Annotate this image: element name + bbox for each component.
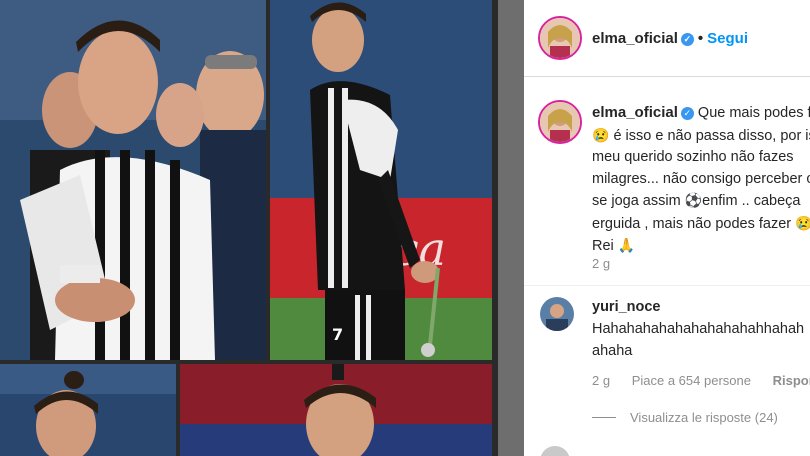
post-caption: elma_oficial✓ Que mais podes faz 😢 é iss… [524,96,810,276]
caption-username[interactable]: elma_oficial [592,104,678,121]
svg-text:7: 7 [332,325,343,344]
caption-timestamp[interactable]: 2 g [592,256,610,271]
comment-text-line: Hahahahahahahahahahahhahah [592,321,805,337]
praying-hands-icon: 🙏 [617,237,636,253]
comment-item: yuri_noce Hahahahahahahahahahahhahah aha… [524,295,810,395]
photo-player-bun [0,364,176,456]
verified-badge-icon: ✓ [680,107,694,120]
caption-text-line: erguida , mais não podes fazer [592,215,792,232]
caption-text-line: é isso e não passa disso, por isso [613,127,810,144]
divider [524,285,810,286]
post-media[interactable]: Coca 7 [0,0,498,456]
header-username[interactable]: elma_oficial [592,30,678,47]
verified-badge-icon: ✓ [680,33,694,46]
comment-timestamp[interactable]: 2 g [592,373,610,388]
separator-dot: • [697,30,704,47]
crying-face-icon: 😢 [795,214,810,231]
post-header: elma_oficial ✓ • Segui [524,0,810,77]
photo-players-team [0,0,266,360]
crying-face-icon: 😢 [592,126,610,143]
avatar[interactable] [538,16,582,60]
comment-avatar[interactable] [540,297,574,331]
comment-text-line: ahaha [592,343,633,359]
caption-avatar[interactable] [538,100,582,144]
caption-text-line: Que mais podes faz [697,105,810,121]
caption-text-line: Rei [592,238,614,254]
view-replies-label: Visualizza le risposte (24) [630,410,778,425]
caption-text-line: se joga assim [592,193,681,209]
replies-line [592,417,616,418]
caption-text-line: milagres... não consigo perceber co [592,170,810,187]
reply-button[interactable]: Rispondi [773,373,810,388]
photo-player-bench [180,364,492,456]
view-replies-button[interactable]: Visualizza le risposte (24) [592,410,778,425]
comment-likes[interactable]: Piace a 654 persone [632,373,751,388]
follow-button[interactable]: Segui [707,30,748,47]
comment-username[interactable]: yuri_noce [592,299,661,315]
soccer-ball-icon: ⚽ [684,192,703,208]
caption-text-line: meu querido sozinho não fazes [592,149,794,165]
photo-player-medal: Coca 7 [270,0,492,360]
comments-panel: elma_oficial ✓ • Segui elma_oficial ✓ Que ma… [524,0,810,456]
comment-meta: 2 g Piace a 654 persone Rispondi [592,373,810,388]
next-comment-avatar[interactable] [540,446,570,456]
modal-backdrop-strip [498,0,524,456]
caption-text-line: enfim .. cabeça [702,193,801,209]
